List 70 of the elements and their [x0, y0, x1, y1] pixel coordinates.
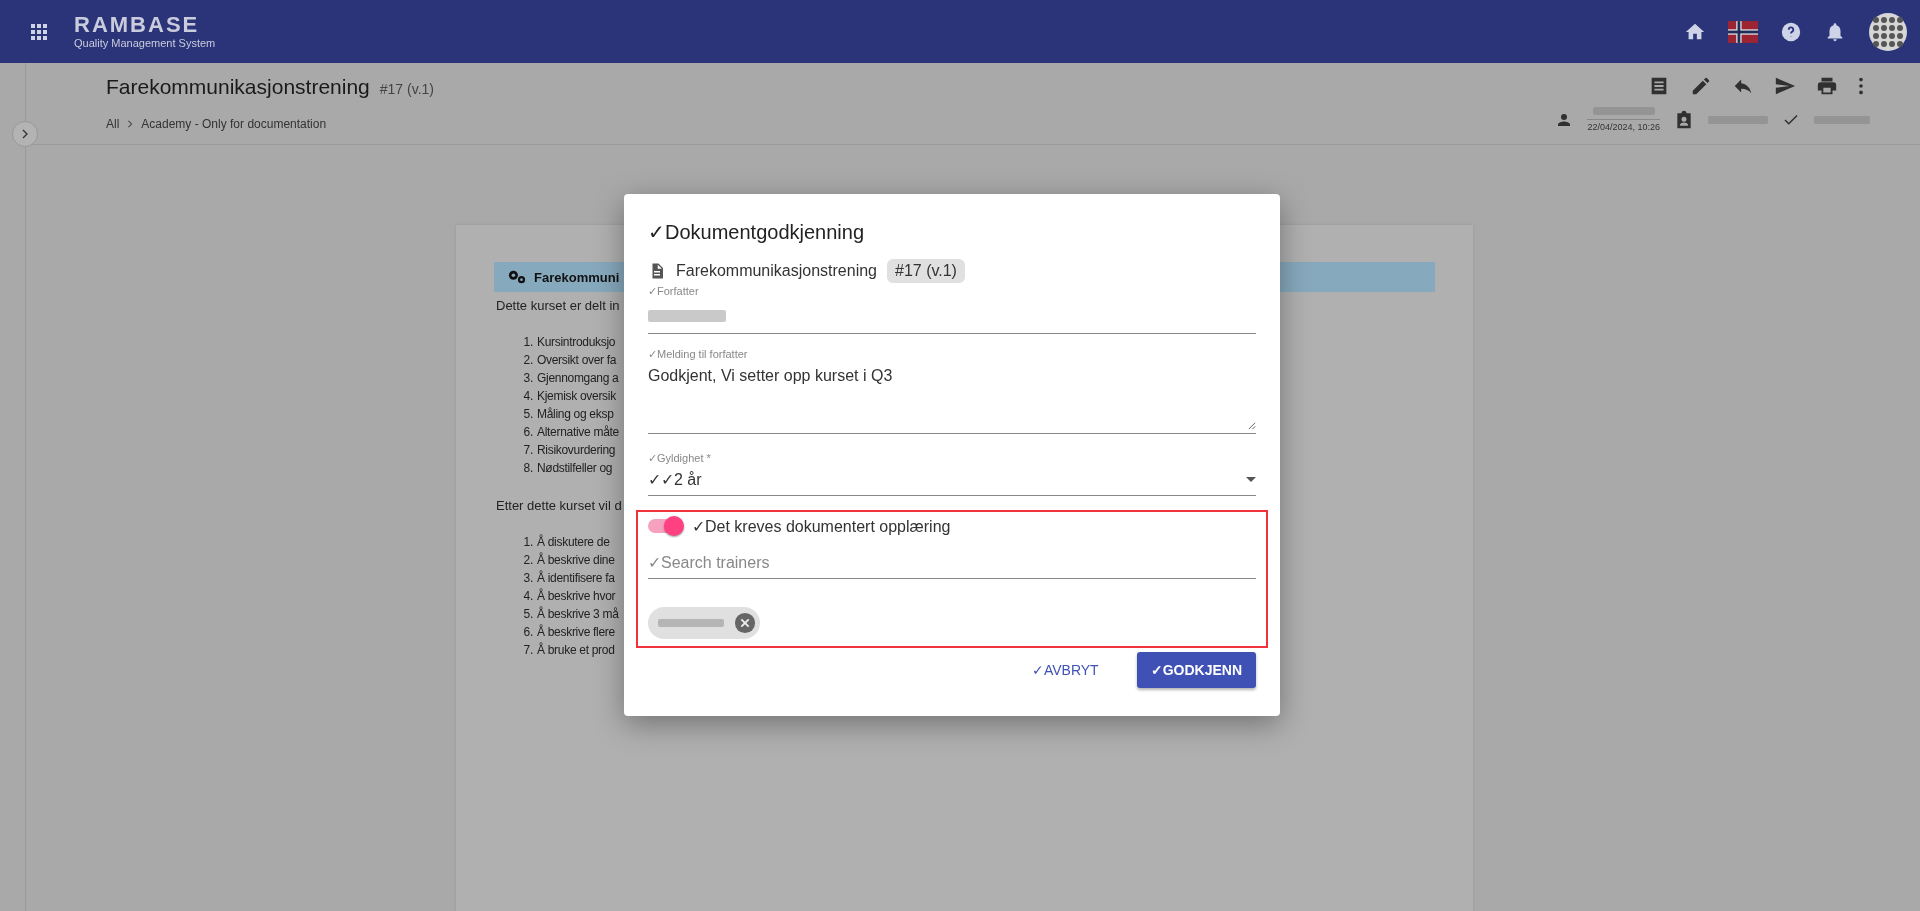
paragraph: Etter dette kurset vil d [496, 498, 623, 513]
gears-icon [506, 268, 528, 286]
list-number: 2. [522, 353, 533, 368]
list-item: Alternative måte [537, 425, 619, 440]
print-icon[interactable] [1816, 75, 1838, 97]
list-number: 5. [522, 407, 533, 422]
list-number: 7. [522, 643, 533, 658]
list-number: 2. [522, 553, 533, 568]
list-item: Å beskrive 3 må [537, 607, 619, 622]
list-item: Nødstilfeller og [537, 461, 613, 476]
list-item: Å beskrive dine [537, 553, 615, 568]
cancel-button[interactable]: ✓AVBRYT [1017, 652, 1113, 688]
list-item: Å beskrive hvor [537, 589, 616, 604]
trainer-chip[interactable] [648, 607, 760, 639]
user-avatar-icon[interactable] [1868, 11, 1908, 52]
breadcrumb-link[interactable]: Academy - Only for documentation [141, 117, 327, 131]
list-number: 6. [522, 425, 533, 440]
list-number: 3. [522, 371, 533, 386]
section-heading: Farekommuni [534, 269, 620, 285]
apps-icon[interactable] [30, 22, 48, 41]
list-item: Å identifisere fa [537, 571, 615, 586]
more-icon[interactable] [1858, 75, 1864, 97]
list-number: 1. [522, 335, 533, 350]
list-item: Kursintroduksjo [537, 335, 616, 350]
list-item: Å bruke et prod [537, 643, 615, 658]
page-title: Farekommunikasjonstrening [106, 75, 370, 99]
list-number: 1. [522, 535, 533, 550]
field-label: ✓Forfatter [648, 285, 700, 298]
document-name: Farekommunikasjonstrening [676, 262, 877, 280]
paragraph: Dette kurset er delt in [496, 298, 621, 313]
toggle-label: ✓Det kreves dokumentert opplæring [692, 516, 951, 536]
list-number: 8. [522, 461, 533, 476]
edit-icon[interactable] [1690, 75, 1712, 97]
list-item: Oversikt over fa [537, 353, 617, 368]
toggle-switch[interactable] [648, 516, 684, 536]
dropdown-caret-icon [1246, 477, 1256, 482]
close-icon[interactable] [734, 612, 756, 634]
version-chip: #17 (v.1) [887, 259, 965, 283]
list-item: Å beskrive flere [537, 625, 615, 640]
version-label: #17 (v.1) [379, 81, 434, 97]
list-item: Gjennomgang a [537, 371, 619, 386]
badge-icon [1674, 109, 1694, 130]
list-number: 3. [522, 571, 533, 586]
list-item: Risikovurdering [537, 443, 616, 458]
modified-date: 22/04/2024, 10:26 [1587, 119, 1660, 132]
field-label: ✓Gyldighet * [648, 452, 712, 465]
dialog-title: ✓Dokumentgodkjenning [648, 220, 866, 244]
list-item: Å diskutere de [537, 535, 610, 550]
list-item: Kjemisk oversik [537, 389, 616, 404]
validity-select[interactable]: ✓Gyldighet * ✓✓2 år [648, 452, 1256, 496]
select-value: ✓✓2 år [648, 470, 702, 489]
list-number: 4. [522, 389, 533, 404]
message-field[interactable]: Godkjent, Vi setter opp kurset i Q3 [648, 367, 1256, 434]
list-number: 6. [522, 625, 533, 640]
list-number: 5. [522, 607, 533, 622]
flag-icon[interactable] [1728, 20, 1758, 43]
help-icon[interactable] [1780, 20, 1802, 43]
list-number: 4. [522, 589, 533, 604]
approve-button[interactable]: ✓GODKJENN [1136, 652, 1256, 688]
send-icon[interactable] [1774, 75, 1796, 97]
chevron-right-icon [126, 120, 135, 128]
field-label: ✓Melding til forfatter [648, 348, 749, 361]
list-number: 7. [522, 443, 533, 458]
author-field[interactable]: ✓Forfatter [648, 285, 1256, 334]
breadcrumb-link[interactable]: All [106, 117, 120, 131]
list-item: Måling og eksp [537, 407, 614, 422]
redacted-name [658, 619, 724, 627]
resize-handle-icon[interactable] [1247, 421, 1256, 430]
app-logo-text: RAMBASE [74, 14, 201, 36]
app-subtitle: Quality Management System [74, 38, 216, 49]
